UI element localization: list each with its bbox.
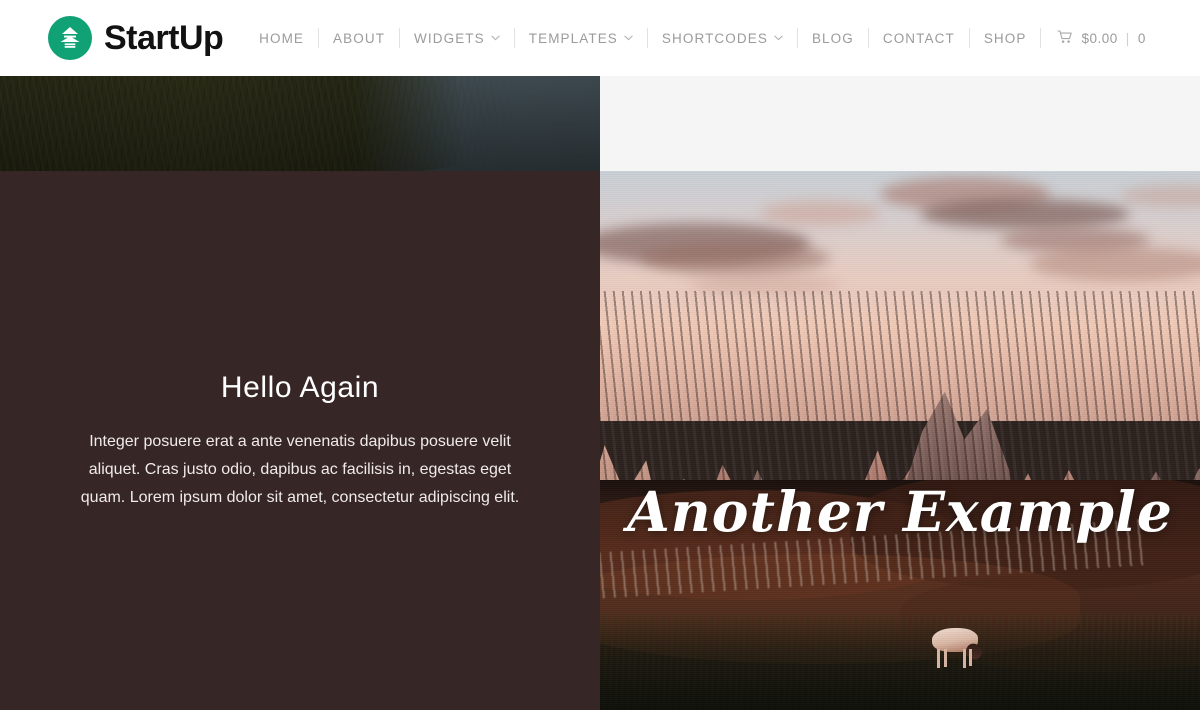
nav-item-about[interactable]: ABOUT [319, 31, 399, 46]
cow-leg [963, 649, 966, 668]
chevron-down-icon [624, 35, 633, 41]
cow-leg [969, 649, 972, 666]
cart-count: 0 [1137, 30, 1146, 46]
photo-overlay [0, 76, 600, 171]
cloud [1120, 185, 1200, 207]
nav-item-label: ABOUT [333, 30, 386, 46]
hero-title: Hello Again [220, 370, 380, 404]
cloud [640, 241, 830, 275]
stacked-hive-logo-icon [48, 16, 92, 60]
chevron-down-icon [490, 35, 500, 41]
shopping-cart-icon [1057, 29, 1073, 47]
hero-text-panel: Hello Again Integer posuere erat a ante … [0, 171, 600, 710]
nav-item-label: CONTACT [882, 30, 955, 46]
grass-riverbank-photo [0, 76, 600, 171]
cloud [920, 199, 1130, 229]
nav-item-label: SHORTCODES [661, 30, 768, 46]
nav-item-label: SHOP [983, 30, 1027, 46]
nav-item-label: WIDGETS [414, 30, 485, 46]
cloud [760, 201, 880, 225]
site-header: StartUp HOME ABOUT WIDGETS TEMPLATES SHO… [0, 0, 1200, 76]
grass-layer [600, 614, 1200, 710]
nav-item-contact[interactable]: CONTACT [869, 31, 969, 46]
brand-logo-link[interactable]: StartUp [48, 16, 224, 60]
hero-body-text: Integer posuere erat a ante venenatis da… [80, 432, 520, 506]
photo-caption: Another Example [627, 479, 1173, 544]
nav-item-shortcodes[interactable]: SHORTCODES [648, 31, 797, 46]
nav-item-shop[interactable]: SHOP [970, 31, 1041, 46]
dolomites-sunset-photo: Another Example [600, 171, 1200, 710]
nav-item-home[interactable]: HOME [245, 31, 318, 46]
nav-item-blog[interactable]: BLOG [798, 31, 868, 46]
cart-link[interactable]: $0.00 | 0 [1041, 29, 1160, 47]
hero-stage: Hello Again Integer posuere erat a ante … [0, 76, 1200, 710]
main-navigation: HOME ABOUT WIDGETS TEMPLATES SHORTCODES [245, 28, 1160, 48]
nav-item-label: BLOG [811, 30, 854, 46]
cow-leg [937, 649, 940, 668]
cart-amount: $0.00 [1081, 30, 1118, 46]
nav-item-templates[interactable]: TEMPLATES [515, 31, 647, 46]
grazing-cow [932, 628, 985, 668]
nav-item-label: HOME [259, 30, 305, 46]
brand-name: StartUp [104, 19, 224, 57]
cloud [1030, 247, 1200, 281]
nav-item-widgets[interactable]: WIDGETS [400, 31, 514, 46]
cow-leg [944, 649, 947, 667]
nav-item-label: TEMPLATES [528, 30, 618, 46]
cart-divider: | [1125, 30, 1130, 46]
chevron-down-icon [774, 35, 783, 41]
